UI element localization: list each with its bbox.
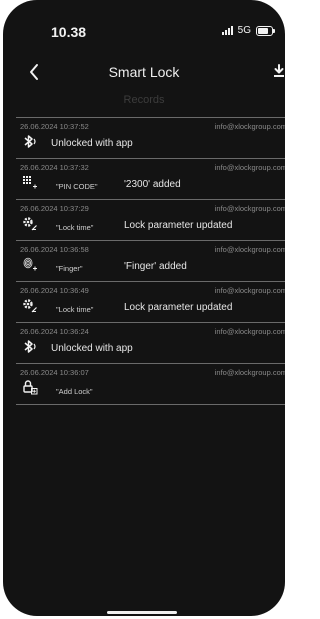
record-row[interactable]: 26.06.2024 10:36:07 info@xlockgroup.com … xyxy=(16,363,285,405)
home-indicator xyxy=(107,611,177,614)
fingerprint-add-icon xyxy=(23,257,37,271)
record-message: Lock parameter updated xyxy=(124,302,233,313)
record-date: 26.06.2024 10:36:49 xyxy=(20,286,89,295)
record-date: 26.06.2024 10:36:58 xyxy=(20,245,89,254)
record-message: '2300' added xyxy=(124,179,181,190)
download-icon xyxy=(274,64,284,77)
record-date: 26.06.2024 10:36:07 xyxy=(20,368,89,377)
status-bar: 10.38 5G xyxy=(3,0,285,60)
record-date: 26.06.2024 10:37:32 xyxy=(20,163,89,172)
record-email: info@xlockgroup.com xyxy=(214,245,285,254)
status-time: 10.38 xyxy=(51,24,87,40)
record-email: info@xlockgroup.com xyxy=(214,327,285,336)
record-email: info@xlockgroup.com xyxy=(214,368,285,377)
status-indicators: 5G xyxy=(221,25,275,36)
record-row[interactable]: 26.06.2024 10:37:52 info@xlockgroup.com … xyxy=(16,117,285,158)
record-email: info@xlockgroup.com xyxy=(214,122,285,131)
record-email: info@xlockgroup.com xyxy=(214,163,285,172)
record-row[interactable]: 26.06.2024 10:37:29 info@xlockgroup.com … xyxy=(16,199,285,240)
record-row[interactable]: 26.06.2024 10:36:49 info@xlockgroup.com … xyxy=(16,281,285,322)
battery-icon xyxy=(256,25,275,36)
bluetooth-icon xyxy=(24,135,36,148)
record-row[interactable]: 26.06.2024 10:37:32 info@xlockgroup.com … xyxy=(16,158,285,199)
pin-code-icon xyxy=(23,176,37,189)
record-param: "Lock time" xyxy=(56,223,94,232)
record-message: Unlocked with app xyxy=(51,343,133,354)
records-subtitle: Records xyxy=(123,94,165,106)
record-param: "Lock time" xyxy=(56,305,94,314)
record-param: "Finger" xyxy=(56,264,83,273)
app-header: Smart Lock xyxy=(3,58,285,88)
record-message: Lock parameter updated xyxy=(124,220,233,231)
lock-add-icon xyxy=(23,380,38,395)
page-title: Smart Lock xyxy=(108,64,180,80)
network-label: 5G xyxy=(237,25,251,36)
record-date: 26.06.2024 10:36:24 xyxy=(20,327,89,336)
download-button[interactable] xyxy=(273,64,285,83)
settings-edit-icon xyxy=(23,299,37,313)
signal-icon xyxy=(221,26,233,35)
record-date: 26.06.2024 10:37:52 xyxy=(20,122,89,131)
record-row[interactable]: 26.06.2024 10:36:58 info@xlockgroup.com … xyxy=(16,240,285,281)
settings-edit-icon xyxy=(23,217,37,231)
record-param: "Add Lock" xyxy=(56,387,93,396)
records-list: 26.06.2024 10:37:52 info@xlockgroup.com … xyxy=(16,117,285,405)
record-email: info@xlockgroup.com xyxy=(214,204,285,213)
record-message: Unlocked with app xyxy=(51,138,133,149)
bluetooth-icon xyxy=(24,340,36,353)
record-date: 26.06.2024 10:37:29 xyxy=(20,204,89,213)
record-row[interactable]: 26.06.2024 10:36:24 info@xlockgroup.com … xyxy=(16,322,285,363)
record-message: 'Finger' added xyxy=(124,261,187,272)
phone-screen: 10.38 5G Smart Lock Records 26.06.2024 1… xyxy=(3,0,285,616)
record-email: info@xlockgroup.com xyxy=(214,286,285,295)
record-param: "PIN CODE" xyxy=(56,182,98,191)
